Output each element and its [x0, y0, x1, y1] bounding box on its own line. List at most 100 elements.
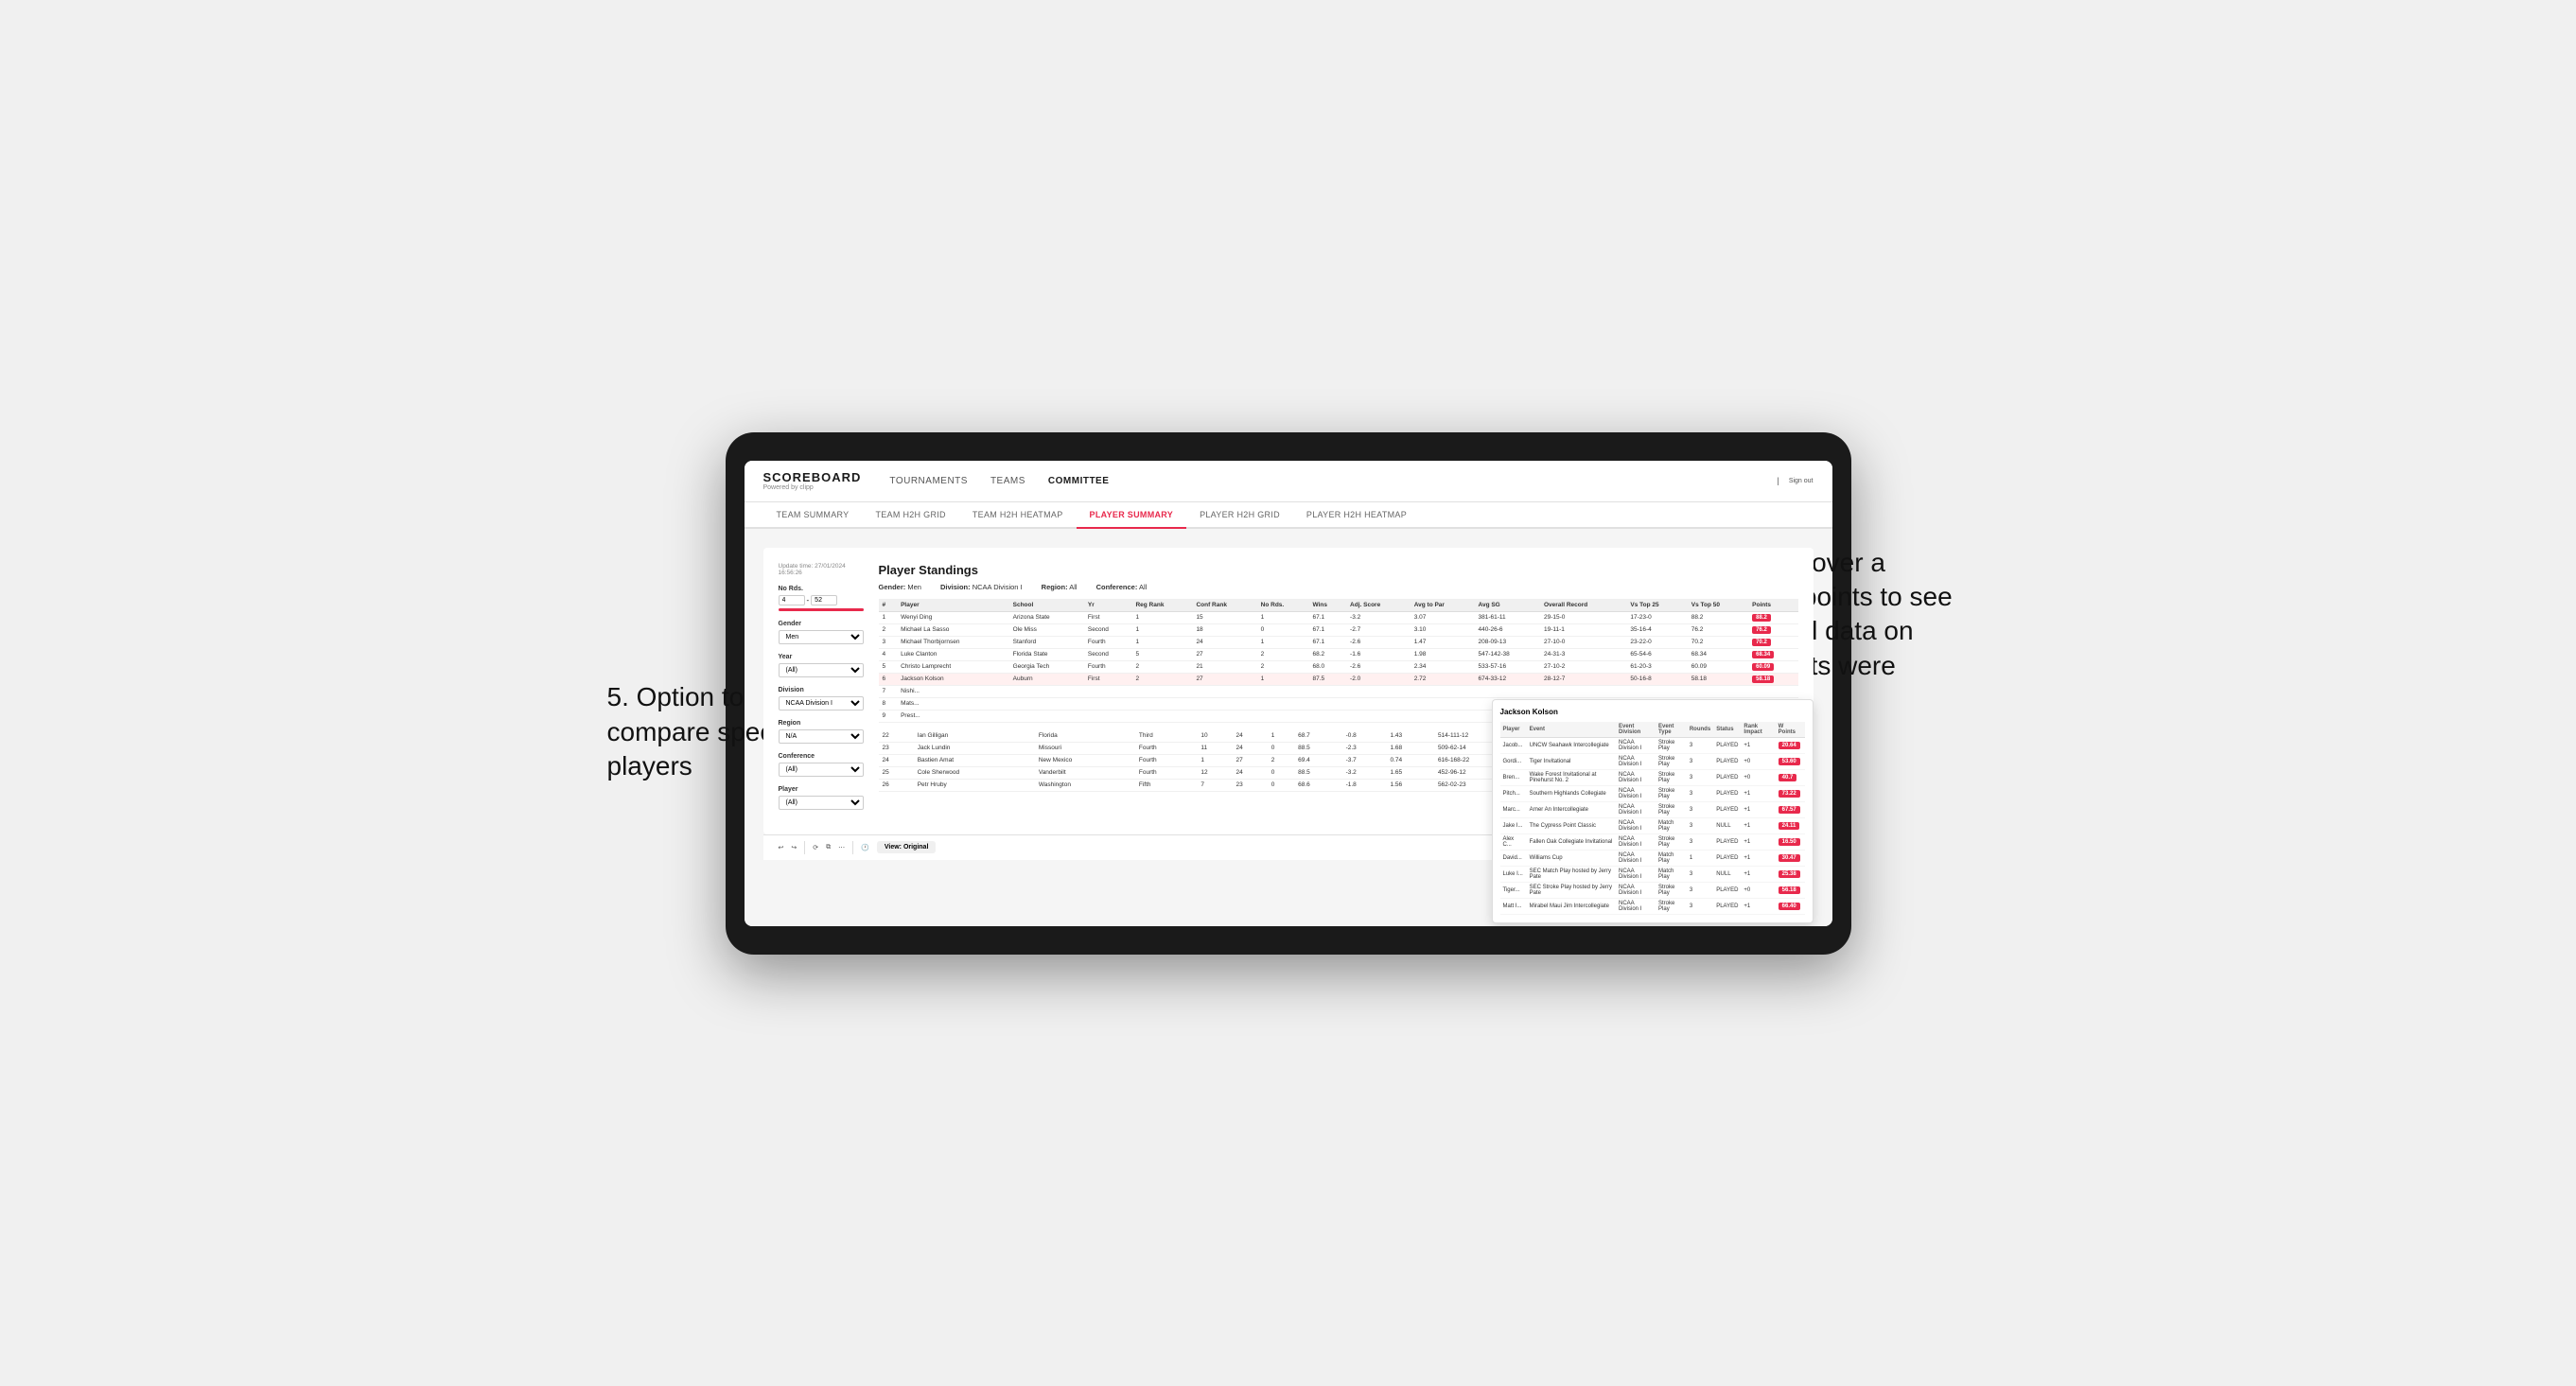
cell-points[interactable]: 70.2 [1748, 636, 1797, 648]
cell-yr: First [1084, 673, 1132, 685]
tablet-screen: SCOREBOARD Powered by clipp TOURNAMENTS … [745, 461, 1832, 926]
sub-nav-team-h2h-heatmap[interactable]: TEAM H2H HEATMAP [959, 502, 1077, 529]
tcell-event: Wake Forest Invitational at Pinehurst No… [1527, 769, 1616, 785]
cell-player: Jack Lundin [914, 742, 1035, 754]
points-badge[interactable]: 76.2 [1752, 626, 1771, 634]
app-header: SCOREBOARD Powered by clipp TOURNAMENTS … [745, 461, 1832, 502]
points-badge[interactable]: 88.2 [1752, 614, 1771, 622]
cell-vs50: 76.2 [1688, 623, 1748, 636]
tcell-w-points: 73.22 [1776, 785, 1805, 801]
cell-points[interactable] [1748, 685, 1797, 697]
cell-vs50 [1688, 685, 1748, 697]
redo-button[interactable]: ↪ [791, 844, 797, 851]
cell-wins: 67.1 [1309, 623, 1347, 636]
cell-avg-to-par: 1.65 [1386, 766, 1433, 779]
filter-region-select[interactable]: N/A [779, 729, 864, 744]
undo-button[interactable]: ↩ [779, 844, 784, 851]
tcol-rank-impact: Rank Impact [1741, 722, 1775, 738]
cell-rank: 25 [879, 766, 914, 779]
cell-points[interactable]: 68.34 [1748, 648, 1797, 660]
cell-avg-to-par: 0.74 [1386, 754, 1433, 766]
filter-year-select[interactable]: (All) [779, 663, 864, 677]
filter-player-select[interactable]: (All) [779, 796, 864, 810]
filter-no-rds-slider[interactable] [779, 608, 864, 611]
cell-reg-rank: 10 [1197, 730, 1232, 743]
cell-yr: Third [1135, 730, 1197, 743]
points-badge[interactable]: 70.2 [1752, 639, 1771, 646]
cell-no-rds [1257, 697, 1309, 710]
sub-nav-player-h2h-grid[interactable]: PLAYER H2H GRID [1186, 502, 1293, 529]
filter-gender: Gender Men [779, 621, 864, 644]
tcell-event: SEC Match Play hosted by Jerry Pate [1527, 866, 1616, 882]
cell-rank: 2 [879, 623, 898, 636]
sub-nav-player-summary[interactable]: PLAYER SUMMARY [1077, 502, 1187, 529]
cell-adj-score: -2.0 [1346, 673, 1411, 685]
tcell-type: Stroke Play [1656, 882, 1687, 898]
tcell-rank-impact: +1 [1741, 817, 1775, 833]
cell-reg-rank: 12 [1197, 766, 1232, 779]
tcell-rounds: 3 [1687, 866, 1713, 882]
cell-avg-to-par [1411, 710, 1475, 722]
sub-nav-team-h2h-grid[interactable]: TEAM H2H GRID [862, 502, 958, 529]
logo-sub: Powered by clipp [763, 484, 862, 491]
cell-overall: 27-10-0 [1540, 636, 1626, 648]
col-points: Points [1748, 599, 1797, 612]
tcell-division: NCAA Division I [1616, 817, 1656, 833]
nav-teams[interactable]: TEAMS [990, 472, 1025, 490]
filter-conference-select[interactable]: (All) [779, 763, 864, 777]
points-badge[interactable]: 68.34 [1752, 651, 1774, 658]
cell-vs50: 58.18 [1688, 673, 1748, 685]
points-badge[interactable]: 58.18 [1752, 675, 1774, 683]
cell-points[interactable]: 58.18 [1748, 673, 1797, 685]
cell-vs25: 23-22-0 [1626, 636, 1687, 648]
cell-points[interactable]: 76.2 [1748, 623, 1797, 636]
filter-no-rds-max[interactable] [811, 595, 837, 605]
points-badge[interactable]: 60.09 [1752, 663, 1774, 671]
tablet-frame: SCOREBOARD Powered by clipp TOURNAMENTS … [726, 432, 1851, 955]
tcell-rounds: 3 [1687, 833, 1713, 850]
refresh-button[interactable]: ⟳ [813, 844, 818, 851]
filter-region-label: Region [779, 720, 864, 727]
cell-adj-score: -0.8 [1342, 730, 1387, 743]
sign-out-button[interactable]: Sign out [1789, 478, 1814, 484]
tcell-rank-impact: +1 [1741, 833, 1775, 850]
copy-button[interactable]: ⧉ [826, 844, 831, 851]
cell-school: Georgia Tech [1009, 660, 1084, 673]
sub-nav-team-summary[interactable]: TEAM SUMMARY [763, 502, 863, 529]
cell-no-rds: 0 [1268, 779, 1294, 791]
tcell-rounds: 3 [1687, 801, 1713, 817]
cell-school: Florida [1035, 730, 1135, 743]
tcol-status: Status [1713, 722, 1741, 738]
tcell-rounds: 3 [1687, 737, 1713, 753]
cell-player: Jackson Kolson [897, 673, 1009, 685]
cell-points[interactable]: 88.2 [1748, 611, 1797, 623]
nav-committee[interactable]: COMMITTEE [1048, 472, 1110, 490]
filter-no-rds-min[interactable] [779, 595, 805, 605]
cell-points[interactable]: 60.09 [1748, 660, 1797, 673]
filter-gender-select[interactable]: Men [779, 630, 864, 644]
filter-division-select[interactable]: NCAA Division I [779, 696, 864, 711]
view-original-button[interactable]: View: Original [877, 841, 937, 853]
cell-yr: Fourth [1135, 754, 1197, 766]
cell-school [1009, 697, 1084, 710]
tcell-type: Match Play [1656, 850, 1687, 866]
cell-avg-to-par: 2.72 [1411, 673, 1475, 685]
cell-adj-score: -2.7 [1346, 623, 1411, 636]
cell-adj-score [1346, 710, 1411, 722]
cell-overall: 27-10-2 [1540, 660, 1626, 673]
cell-conf-rank: 24 [1233, 742, 1268, 754]
tcell-player: Tiger... [1500, 882, 1527, 898]
tcell-status: NULL [1713, 866, 1741, 882]
cell-school: Auburn [1009, 673, 1084, 685]
cell-adj-score: -2.6 [1346, 636, 1411, 648]
cell-wins: 67.1 [1309, 636, 1347, 648]
tcell-rounds: 3 [1687, 898, 1713, 914]
cell-avg-to-par: 2.34 [1411, 660, 1475, 673]
tcell-player: David... [1500, 850, 1527, 866]
clock-button[interactable]: 🕐 [861, 844, 869, 851]
cell-player: Petr Hruby [914, 779, 1035, 791]
more-button[interactable]: ⋯ [838, 844, 845, 851]
sub-nav-player-h2h-heatmap[interactable]: PLAYER H2H HEATMAP [1293, 502, 1420, 529]
nav-tournaments[interactable]: TOURNAMENTS [889, 472, 968, 490]
cell-adj-score: -3.7 [1342, 754, 1387, 766]
